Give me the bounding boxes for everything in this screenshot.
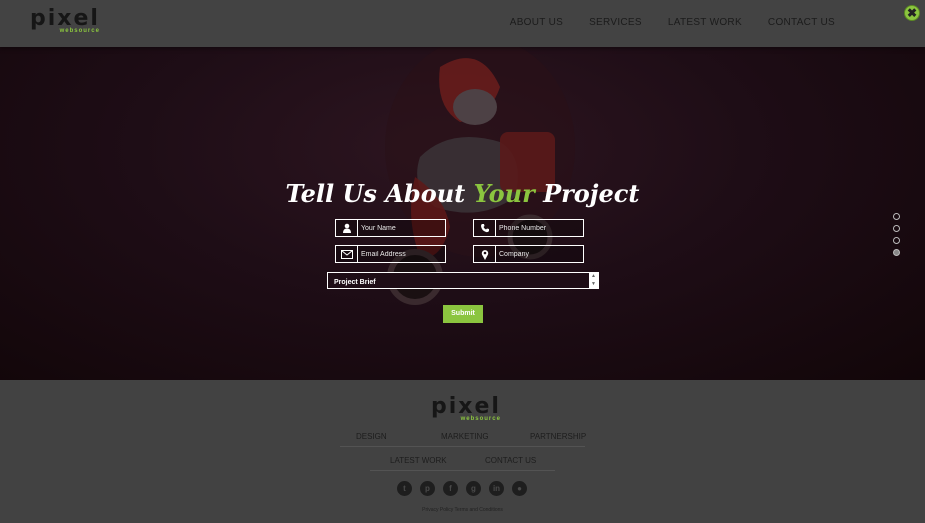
close-icon[interactable]: ✖ — [904, 5, 920, 21]
title-text-end: Project — [534, 179, 640, 208]
footer-link-design[interactable]: DESIGN — [356, 432, 387, 441]
submit-button[interactable]: Submit — [443, 305, 483, 323]
phone-field — [473, 219, 584, 237]
title-text-start: Tell Us About — [285, 179, 474, 208]
location-pin-icon — [474, 246, 496, 262]
main-nav: ABOUT US SERVICES LATEST WORK CONTACT US — [510, 17, 835, 28]
scooter-robot-illustration — [385, 47, 575, 305]
name-field — [335, 219, 446, 237]
envelope-icon — [336, 246, 358, 262]
footer-link-latest-work[interactable]: LATEST WORK — [390, 456, 447, 465]
pinterest-icon[interactable]: p — [420, 481, 435, 496]
slide-pagination — [893, 213, 900, 256]
company-input[interactable] — [496, 250, 582, 258]
footer-link-contact-us[interactable]: CONTACT US — [485, 456, 536, 465]
legal-links[interactable]: Privacy Policy Terms and Conditions — [0, 507, 925, 513]
social-links: t p f g in ● — [397, 481, 527, 496]
slide-dot-2[interactable] — [893, 225, 900, 232]
phone-input[interactable] — [496, 224, 582, 232]
google-plus-icon[interactable]: g — [466, 481, 481, 496]
slide-dot-3[interactable] — [893, 237, 900, 244]
site-header: pixel websource ABOUT US SERVICES LATEST… — [0, 0, 925, 47]
slide-dot-1[interactable] — [893, 213, 900, 220]
facebook-icon[interactable]: f — [443, 481, 458, 496]
nav-latest-work[interactable]: LATEST WORK — [668, 17, 742, 28]
site-footer: pixel websource DESIGN MARKETING PARTNER… — [0, 380, 925, 523]
hero-title: Tell Us About Your Project — [0, 179, 925, 208]
user-icon — [336, 220, 358, 236]
phone-icon — [474, 220, 496, 236]
footer-link-partnership[interactable]: PARTNERSHIP — [530, 432, 586, 441]
title-highlight: Your — [473, 179, 535, 208]
name-input[interactable] — [358, 224, 444, 232]
project-brief-textarea[interactable]: Project Brief ▲ ▼ — [327, 272, 599, 289]
footer-logo[interactable]: pixel websource — [431, 394, 501, 423]
email-input[interactable] — [358, 250, 444, 258]
scroll-down-icon[interactable]: ▼ — [591, 281, 596, 288]
footer-divider — [340, 446, 585, 447]
scroll-up-icon[interactable]: ▲ — [591, 273, 596, 280]
nav-services[interactable]: SERVICES — [589, 17, 642, 28]
company-field — [473, 245, 584, 263]
linkedin-icon[interactable]: in — [489, 481, 504, 496]
twitter-icon[interactable]: t — [397, 481, 412, 496]
globe-icon[interactable]: ● — [512, 481, 527, 496]
hero-section: Tell Us About Your Project Project Brief… — [0, 47, 925, 380]
textarea-scrollbar[interactable]: ▲ ▼ — [589, 273, 598, 288]
slide-dot-4[interactable] — [893, 249, 900, 256]
footer-link-marketing[interactable]: MARKETING — [441, 432, 489, 441]
site-logo[interactable]: pixel websource — [30, 6, 100, 35]
footer-divider — [370, 470, 555, 471]
nav-contact-us[interactable]: CONTACT US — [768, 17, 835, 28]
project-brief-placeholder: Project Brief — [334, 279, 376, 286]
logo-text: pixel — [30, 6, 100, 31]
nav-about-us[interactable]: ABOUT US — [510, 17, 563, 28]
footer-logo-text: pixel — [431, 394, 501, 419]
email-field — [335, 245, 446, 263]
